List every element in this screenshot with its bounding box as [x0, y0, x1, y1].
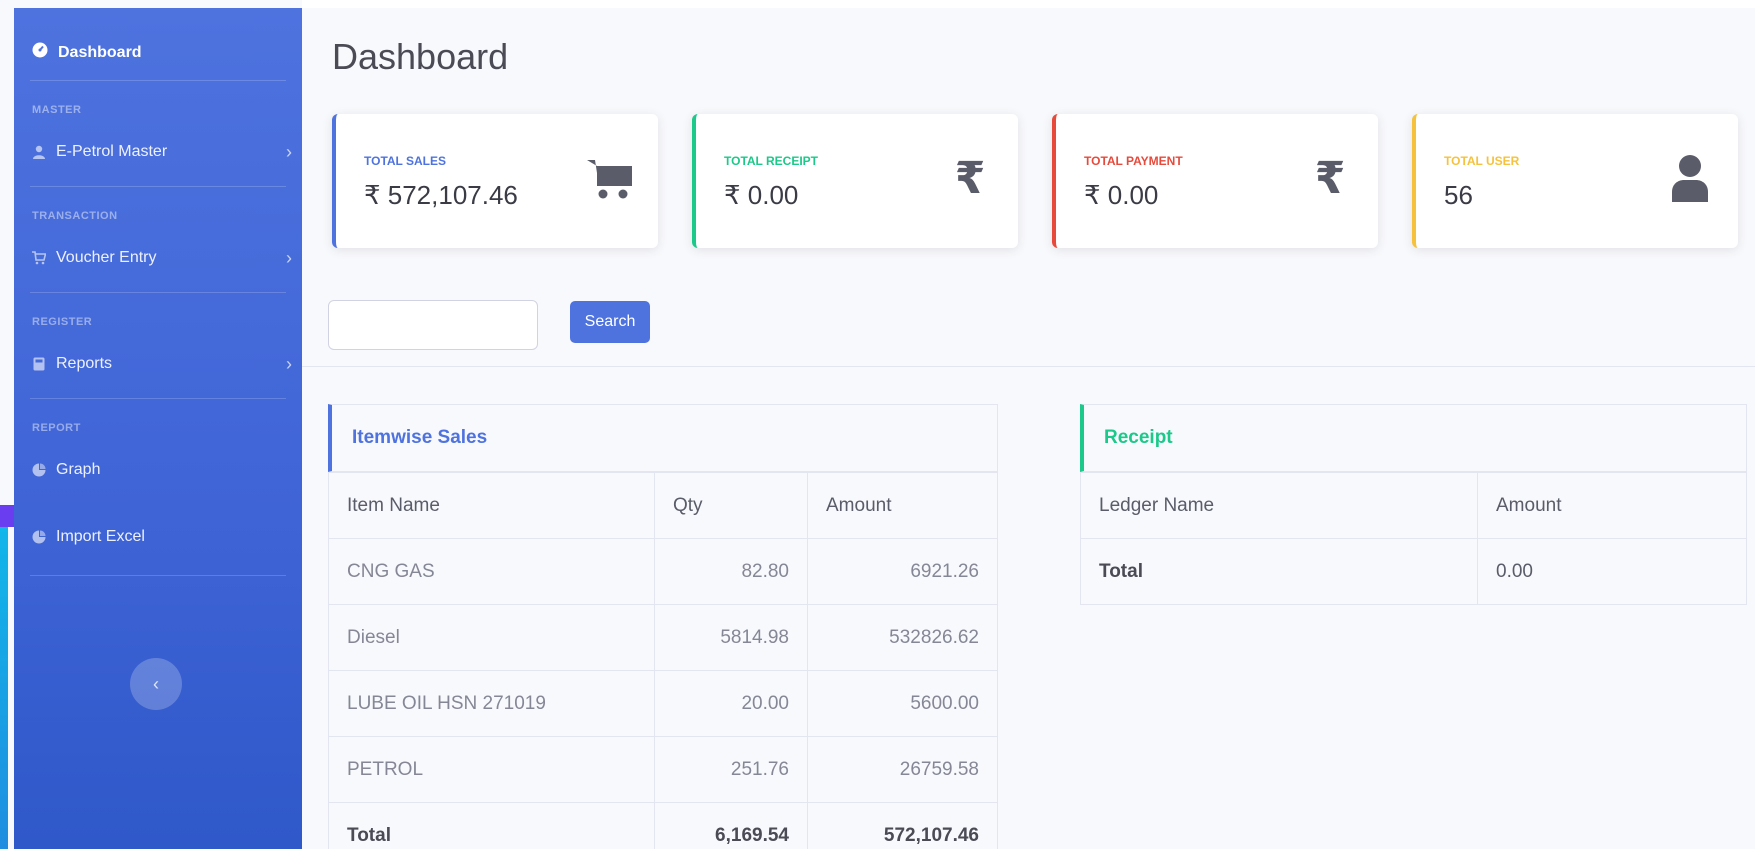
sidebar-item-reports[interactable]: Reports › — [32, 353, 292, 374]
rupee-icon: ₹ — [954, 152, 986, 204]
sidebar-item-dashboard[interactable]: Dashboard — [32, 42, 142, 63]
sidebar-item-label: Voucher Entry — [56, 249, 157, 266]
cell-qty: 5814.98 — [654, 604, 808, 671]
itemwise-sales-panel: Itemwise Sales Item Name Qty Amount CNG … — [328, 404, 998, 849]
table-total-row: Total 0.00 — [1080, 538, 1747, 605]
cell-amount: 6921.26 — [807, 538, 998, 605]
table-row: CNG GAS 82.80 6921.26 — [328, 538, 998, 605]
chevron-right-icon: › — [286, 141, 292, 162]
card-total-sales: TOTAL SALES ₹ 572,107.46 — [332, 114, 658, 248]
table-total-row: Total 6,169.54 572,107.46 — [328, 802, 998, 849]
cart-icon — [32, 251, 46, 265]
card-total-user: TOTAL USER 56 — [1412, 114, 1738, 248]
cart-icon — [584, 152, 636, 204]
card-label: TOTAL SALES — [364, 154, 447, 168]
sidebar-divider — [30, 80, 286, 81]
sidebar-item-e-petrol-master[interactable]: E-Petrol Master › — [32, 141, 292, 162]
table-row: Diesel 5814.98 532826.62 — [328, 604, 998, 671]
sidebar-item-import-excel[interactable]: Import Excel — [32, 528, 292, 546]
sidebar-item-graph[interactable]: Graph — [32, 461, 292, 479]
cell-item-name: Diesel — [328, 604, 655, 671]
cell-qty: 82.80 — [654, 538, 808, 605]
sidebar: Dashboard MASTER E-Petrol Master › TRANS… — [14, 8, 302, 849]
itemwise-sales-table: Item Name Qty Amount CNG GAS 82.80 6921.… — [328, 472, 998, 849]
dashboard-icon — [32, 42, 48, 63]
cell-total-label: Total — [328, 802, 655, 849]
sidebar-heading-report: REPORT — [32, 422, 81, 434]
cell-item-name: PETROL — [328, 736, 655, 803]
left-edge-bar — [0, 527, 8, 849]
sidebar-toggle-button[interactable]: ‹ — [130, 658, 182, 710]
sidebar-item-label: Reports — [56, 355, 113, 372]
section-divider — [302, 366, 1755, 367]
sidebar-divider — [30, 186, 286, 187]
sidebar-item-label: E-Petrol Master — [56, 143, 168, 160]
cell-total-qty: 6,169.54 — [654, 802, 808, 849]
topbar — [302, 0, 1755, 8]
column-header: Amount — [1477, 472, 1747, 539]
cell-qty: 20.00 — [654, 670, 808, 737]
user-icon — [32, 145, 46, 159]
sidebar-item-label: Import Excel — [56, 528, 145, 545]
panel-title: Receipt — [1080, 404, 1747, 472]
chevron-left-icon: ‹ — [153, 673, 159, 694]
card-value: 56 — [1444, 180, 1473, 210]
sidebar-brand-label: Dashboard — [58, 43, 142, 61]
sidebar-item-voucher-entry[interactable]: Voucher Entry › — [32, 247, 292, 268]
search-input[interactable] — [328, 300, 538, 350]
card-total-payment: TOTAL PAYMENT ₹ 0.00 ₹ — [1052, 114, 1378, 248]
cell-total-amount: 572,107.46 — [807, 802, 998, 849]
chevron-right-icon: › — [286, 247, 292, 268]
sidebar-divider — [30, 575, 286, 576]
sidebar-heading-master: MASTER — [32, 104, 82, 116]
sidebar-divider — [30, 292, 286, 293]
card-value: ₹ 572,107.46 — [364, 180, 518, 210]
card-total-receipt: TOTAL RECEIPT ₹ 0.00 ₹ — [692, 114, 1018, 248]
table-header-row: Item Name Qty Amount — [328, 472, 998, 539]
cell-amount: 26759.58 — [807, 736, 998, 803]
chart-icon — [32, 530, 46, 544]
user-icon — [1664, 152, 1716, 204]
sidebar-heading-register: REGISTER — [32, 316, 93, 328]
card-value: ₹ 0.00 — [1084, 180, 1159, 210]
panel-title: Itemwise Sales — [328, 404, 998, 472]
left-edge-accent — [0, 505, 14, 527]
cell-amount: 532826.62 — [807, 604, 998, 671]
sidebar-item-label: Graph — [56, 461, 101, 478]
table-row: LUBE OIL HSN 271019 20.00 5600.00 — [328, 670, 998, 737]
cell-qty: 251.76 — [654, 736, 808, 803]
card-label: TOTAL RECEIPT — [724, 154, 819, 168]
rupee-icon: ₹ — [1314, 152, 1346, 204]
receipt-panel: Receipt Ledger Name Amount Total 0.00 — [1080, 404, 1747, 605]
chevron-right-icon: › — [286, 353, 292, 374]
column-header: Item Name — [328, 472, 655, 539]
page-title: Dashboard — [332, 36, 509, 77]
card-label: TOTAL USER — [1444, 154, 1520, 168]
card-label: TOTAL PAYMENT — [1084, 154, 1183, 168]
table-header-row: Ledger Name Amount — [1080, 472, 1747, 539]
card-value: ₹ 0.00 — [724, 180, 799, 210]
cell-amount: 5600.00 — [807, 670, 998, 737]
chart-icon — [32, 463, 46, 477]
sidebar-heading-transaction: TRANSACTION — [32, 210, 118, 222]
sidebar-divider — [30, 398, 286, 399]
column-header: Ledger Name — [1080, 472, 1478, 539]
calculator-icon — [32, 357, 46, 371]
cell-item-name: LUBE OIL HSN 271019 — [328, 670, 655, 737]
cell-total-label: Total — [1080, 538, 1478, 605]
cell-total-amount: 0.00 — [1477, 538, 1747, 605]
receipt-table: Ledger Name Amount Total 0.00 — [1080, 472, 1747, 605]
cell-item-name: CNG GAS — [328, 538, 655, 605]
search-button[interactable]: Search — [570, 301, 650, 343]
column-header: Qty — [654, 472, 808, 539]
table-row: PETROL 251.76 26759.58 — [328, 736, 998, 803]
column-header: Amount — [807, 472, 998, 539]
